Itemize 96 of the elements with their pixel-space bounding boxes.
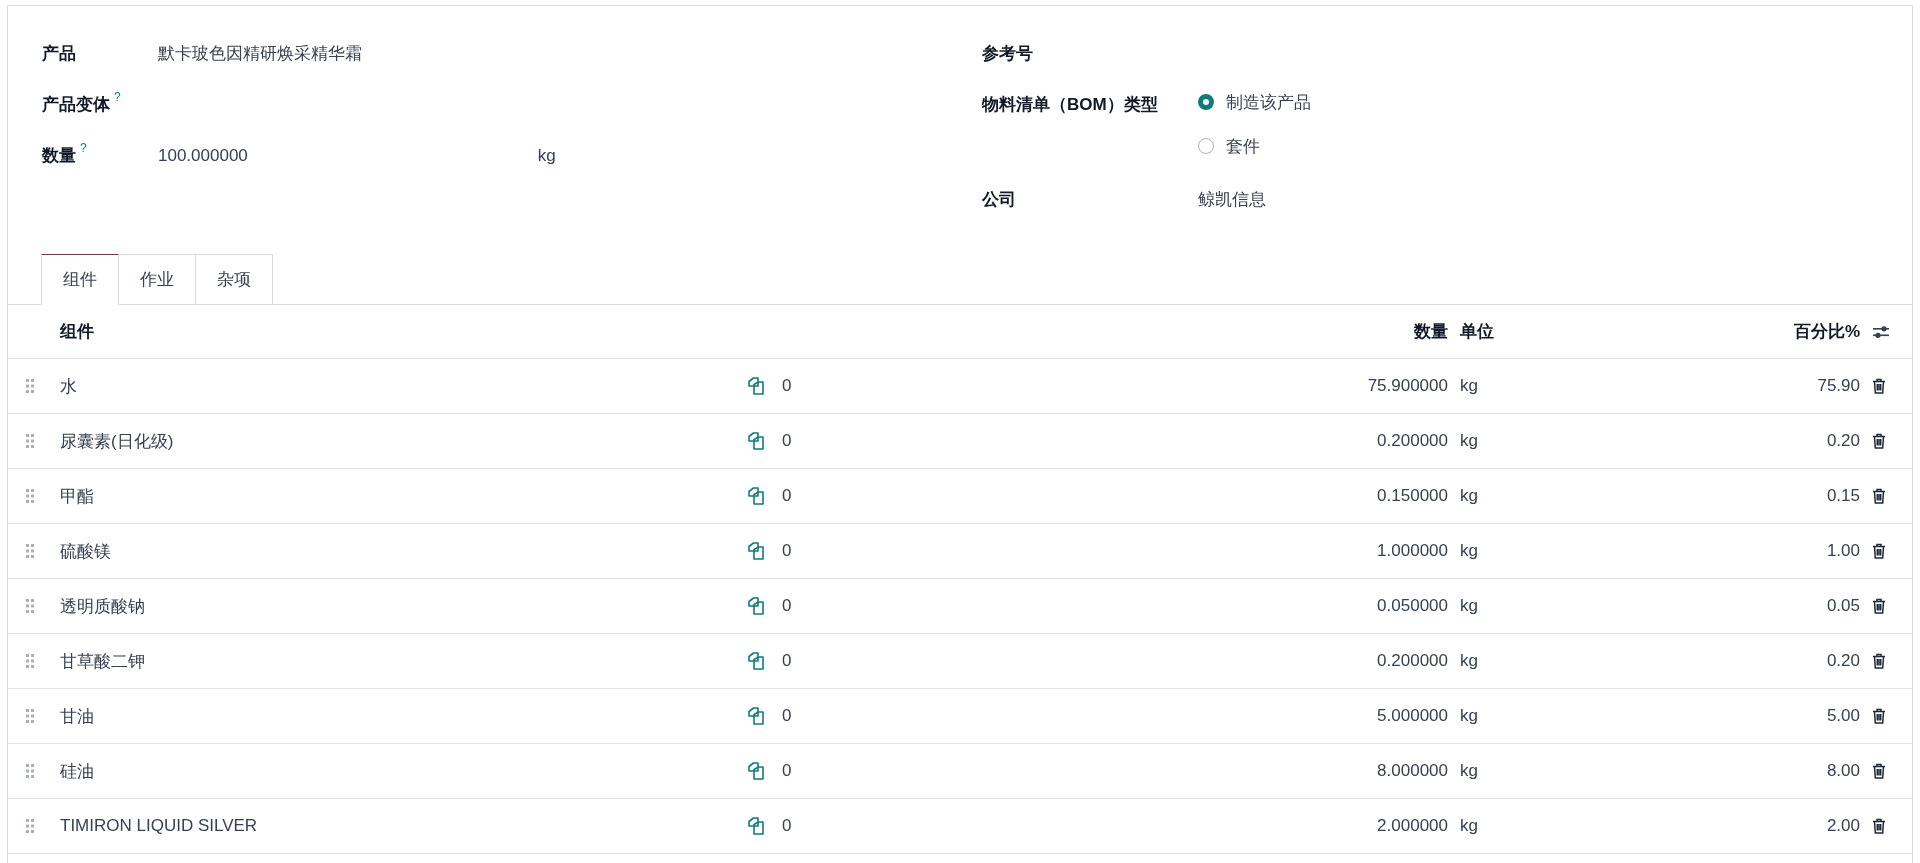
table-cell-text: 0 — [782, 376, 793, 396]
table-cell-text: kg — [1460, 596, 1479, 616]
table-cell-text: 甲酯 — [60, 485, 95, 508]
table-cell-text: 0.05 — [1825, 596, 1861, 616]
table-cell-text: 8.000000 — [1376, 761, 1449, 781]
tab[interactable]: 作业 — [119, 254, 196, 305]
table-cell-text: 0 — [782, 651, 793, 671]
column-header[interactable]: 百分比% — [1560, 320, 1872, 343]
table-cell-text: 2.00 — [1825, 816, 1861, 836]
help-icon[interactable]: ? — [114, 90, 121, 104]
drag-handle-icon[interactable] — [25, 543, 35, 559]
delete-icon[interactable] — [1872, 653, 1886, 669]
table-cell-text: 透明质酸钠 — [60, 595, 146, 618]
field-value[interactable]: 100.000000 — [158, 145, 248, 166]
field-label: 参考号 — [982, 43, 1033, 65]
column-header[interactable]: 数量 — [1148, 320, 1460, 343]
table-cell-text: 甘油 — [60, 705, 95, 728]
copy-icon[interactable] — [746, 706, 766, 726]
delete-icon[interactable] — [1872, 708, 1886, 724]
table-cell-text: TIMIRON LIQUID SILVER — [60, 816, 259, 836]
copy-icon[interactable] — [746, 376, 766, 396]
column-header[interactable]: 单位 — [1460, 320, 1560, 343]
table-cell-text: 0 — [782, 816, 793, 836]
drag-handle-icon[interactable] — [25, 818, 35, 834]
table-cell-text: kg — [1460, 761, 1479, 781]
drag-handle-icon[interactable] — [25, 378, 35, 394]
field-label: 物料清单（BOM）类型 — [982, 94, 1159, 116]
table-cell-text: 0 — [782, 761, 793, 781]
table-cell-text: 甘草酸二钾 — [60, 650, 146, 673]
field-value[interactable]: 默卡玻色因精研焕采精华霜 — [158, 42, 362, 65]
copy-icon[interactable] — [746, 431, 766, 451]
table-cell-text: 硅油 — [60, 760, 95, 783]
table-cell-text: 75.900000 — [1366, 376, 1449, 396]
drag-handle-icon[interactable] — [25, 488, 35, 504]
table-cell-text: 水 — [60, 375, 78, 398]
table-cell-text: 0.15 — [1825, 486, 1861, 506]
delete-icon[interactable] — [1872, 488, 1886, 504]
delete-icon[interactable] — [1872, 543, 1886, 559]
table-cell-text: 0 — [782, 541, 793, 561]
table-cell-text: kg — [1460, 431, 1479, 451]
tab[interactable]: 组件 — [41, 254, 119, 305]
radio-button[interactable] — [1198, 138, 1214, 154]
table-cell-text: 8.00 — [1825, 761, 1861, 781]
table-cell-text: 尿囊素(日化级) — [60, 430, 175, 453]
delete-icon[interactable] — [1872, 433, 1886, 449]
settings-icon[interactable] — [1872, 323, 1890, 340]
table-cell-text: kg — [1460, 376, 1479, 396]
drag-handle-icon[interactable] — [25, 763, 35, 779]
table-cell-text: 2.000000 — [1376, 816, 1449, 836]
table-cell-text: 0 — [782, 706, 793, 726]
table-cell-text: 1.00 — [1825, 541, 1861, 561]
copy-icon[interactable] — [746, 486, 766, 506]
delete-icon[interactable] — [1872, 598, 1886, 614]
field-label: 数量 — [42, 145, 76, 167]
copy-icon[interactable] — [746, 816, 766, 836]
copy-icon[interactable] — [746, 651, 766, 671]
table-cell-text: 0.200000 — [1376, 651, 1449, 671]
copy-icon[interactable] — [746, 596, 766, 616]
table-cell-text: kg — [1460, 651, 1479, 671]
radio-label[interactable]: 制造该产品 — [1226, 90, 1311, 114]
field-value[interactable]: 鲸凯信息 — [1198, 187, 1266, 211]
table-cell-text: 0.050000 — [1376, 596, 1449, 616]
radio-button[interactable] — [1198, 94, 1214, 110]
copy-icon[interactable] — [746, 761, 766, 781]
table-cell-text: 5.00 — [1825, 706, 1861, 726]
help-icon[interactable]: ? — [80, 141, 87, 155]
delete-icon[interactable] — [1872, 818, 1886, 834]
field-label: 公司 — [982, 188, 1017, 211]
column-header[interactable]: 组件 — [60, 320, 746, 343]
table-cell-text: kg — [1460, 486, 1479, 506]
drag-handle-icon[interactable] — [25, 653, 35, 669]
delete-icon[interactable] — [1872, 763, 1886, 779]
drag-handle-icon[interactable] — [25, 598, 35, 614]
drag-handle-icon[interactable] — [25, 708, 35, 724]
drag-handle-icon[interactable] — [25, 433, 35, 449]
table-cell-text: 0 — [782, 596, 793, 616]
table-cell-text: 0.150000 — [1376, 486, 1449, 506]
unit-value[interactable]: kg — [537, 145, 556, 166]
table-cell-text: 1.000000 — [1376, 541, 1449, 561]
radio-label[interactable]: 套件 — [1226, 134, 1260, 158]
field-label: 产品 — [42, 43, 76, 65]
table-cell-text: 75.90 — [1816, 376, 1861, 396]
table-cell-text: 0 — [782, 486, 793, 506]
table-cell-text: 5.000000 — [1376, 706, 1449, 726]
table-cell-text: 0 — [782, 431, 793, 451]
table-cell-text: kg — [1460, 541, 1479, 561]
table-cell-text: 0.20 — [1825, 431, 1861, 451]
copy-icon[interactable] — [746, 541, 766, 561]
field-label: 产品变体 — [42, 94, 110, 116]
table-cell-text: 0.20 — [1825, 651, 1861, 671]
tab[interactable]: 杂项 — [196, 254, 273, 305]
table-cell-text: 硫酸镁 — [60, 540, 112, 563]
table-cell-text: kg — [1460, 816, 1479, 836]
table-cell-text: kg — [1460, 706, 1479, 726]
table-cell-text: 0.200000 — [1376, 431, 1449, 451]
delete-icon[interactable] — [1872, 378, 1886, 394]
